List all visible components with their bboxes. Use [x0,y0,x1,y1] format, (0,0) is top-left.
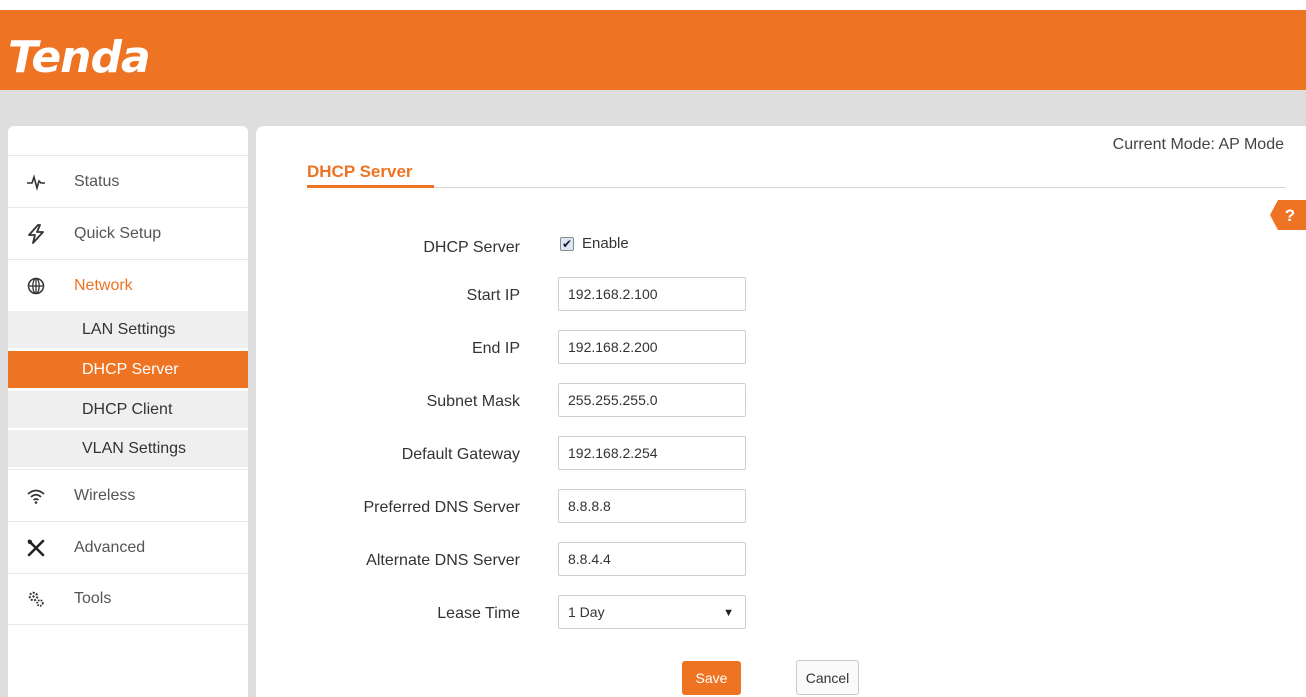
save-button[interactable]: Save [682,661,741,695]
lease-time-label: Lease Time [437,605,520,622]
sidebar-subitem-label: DHCP Client [82,400,173,418]
pulse-icon [26,172,46,192]
title-divider [307,187,1286,188]
sidebar-item-label: Network [74,276,133,294]
cancel-button[interactable]: Cancel [796,660,859,695]
sidebar-item-quick-setup[interactable]: Quick Setup [8,207,248,259]
help-icon: ? [1270,200,1306,230]
globe-icon [26,276,46,296]
sidebar-subitem-lan-settings[interactable]: LAN Settings [8,310,248,348]
wifi-icon [26,486,46,506]
subnet-mask-label: Subnet Mask [426,393,520,410]
sidebar-subitem-label: DHCP Server [82,360,179,378]
current-mode-text: Current Mode: AP Mode [1112,136,1284,153]
end-ip-label: End IP [471,340,520,357]
dropdown-caret-icon: ▼ [723,607,734,619]
sidebar-item-label: Wireless [74,486,136,504]
sidebar-item-label: Advanced [74,538,146,556]
sidebar: Status Quick Setup Network LAN Settings … [8,126,248,697]
dhcp-enable-checkbox[interactable]: ✔ [560,237,574,251]
lightning-icon [26,223,46,244]
dhcp-server-label: DHCP Server [423,239,520,256]
lease-time-value: 1 Day [568,604,605,620]
alternate-dns-input[interactable] [558,542,746,576]
sidebar-item-label: Tools [74,590,112,607]
app-header: Tenda [0,10,1306,90]
tenda-logo: Tenda [8,32,151,83]
svg-text:?: ? [1285,206,1295,225]
main-panel: Current Mode: AP Mode DHCP Server ? DHCP… [256,126,1306,697]
start-ip-input[interactable] [558,277,746,311]
sidebar-subitem-label: LAN Settings [82,320,176,338]
subnet-mask-input[interactable] [558,383,746,417]
top-strip [0,0,1306,10]
help-button[interactable]: ? [1270,200,1306,230]
sidebar-subitem-dhcp-server[interactable]: DHCP Server [8,350,248,388]
dhcp-enable-label: Enable [582,235,629,252]
start-ip-label: Start IP [466,287,520,304]
end-ip-input[interactable] [558,330,746,364]
gears-icon [26,589,46,609]
sidebar-subitem-dhcp-client[interactable]: DHCP Client [8,390,248,428]
sidebar-item-status[interactable]: Status [8,155,248,207]
tools-cross-icon [26,538,46,558]
sidebar-item-label: Status [74,172,120,190]
default-gateway-label: Default Gateway [401,446,520,463]
alternate-dns-label: Alternate DNS Server [366,552,520,569]
lease-time-select[interactable]: 1 Day ▼ [558,595,746,629]
checkmark-icon: ✔ [561,237,573,251]
preferred-dns-label: Preferred DNS Server [363,499,521,516]
default-gateway-input[interactable] [558,436,746,470]
preferred-dns-input[interactable] [558,489,746,523]
sidebar-item-wireless[interactable]: Wireless [8,469,248,521]
sidebar-subitem-vlan-settings[interactable]: VLAN Settings [8,429,248,467]
page-title: DHCP Server [307,162,413,181]
sidebar-item-tools[interactable]: Tools [8,573,248,625]
sidebar-item-advanced[interactable]: Advanced [8,521,248,573]
sidebar-subitem-label: VLAN Settings [82,439,187,457]
sidebar-item-network[interactable]: Network [8,259,248,311]
sidebar-item-label: Quick Setup [74,224,162,242]
title-underline [307,185,434,188]
